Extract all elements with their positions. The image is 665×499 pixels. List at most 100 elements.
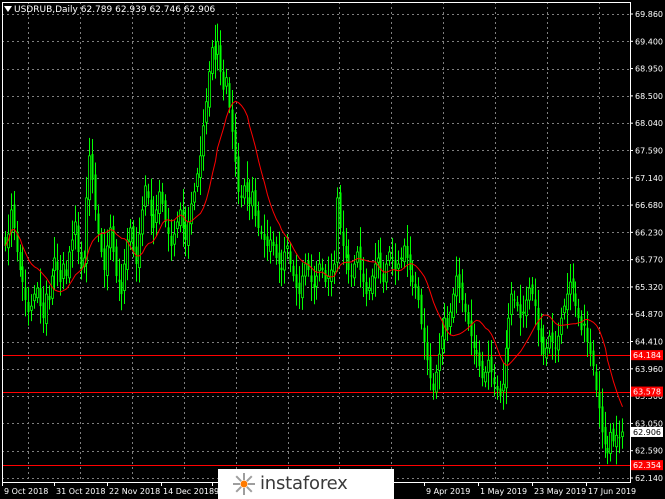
candle-body-down [91, 154, 94, 180]
candle-body-down [295, 274, 298, 289]
x-tick-label: 23 May 2019 [534, 487, 586, 496]
candle-body-up [371, 275, 374, 294]
candle-body-down [417, 286, 420, 301]
candle-body-down [382, 273, 385, 283]
level-price-label: 63.578 [633, 388, 661, 397]
candle-body-up [123, 263, 126, 291]
candle-body-down [464, 303, 467, 313]
candle-body-up [455, 275, 458, 297]
chart-title-text: USDRUB,Daily 62.789 62.939 62.746 62.906 [14, 5, 216, 15]
candle-body-down [411, 275, 414, 283]
candle-body-down [496, 386, 499, 391]
candle-body-down [534, 299, 537, 307]
y-tick-label: 68.950 [635, 65, 663, 74]
candle-body-down [493, 377, 496, 385]
candle-body-down [586, 327, 589, 343]
y-tick-label: 68.500 [635, 92, 663, 101]
candle-body-down [59, 270, 62, 283]
candle-body-down [65, 269, 68, 277]
candle-body-down [572, 278, 575, 289]
candle-body-down [275, 244, 278, 259]
candle-body-down [132, 226, 135, 253]
candle-body-down [170, 235, 173, 246]
candle-body-up [435, 371, 438, 393]
candle-body-up [251, 191, 254, 207]
candle-body-up [487, 359, 490, 373]
candle-body-down [257, 210, 260, 228]
candle-body-up [138, 233, 141, 269]
candle-body-up [144, 185, 147, 207]
candle-body-down [513, 299, 516, 301]
candle-body-up [36, 287, 39, 299]
candle-body-down [365, 282, 368, 295]
candle-body-up [528, 287, 531, 301]
candle-body-down [289, 251, 292, 265]
candle-body-down [540, 328, 543, 343]
candle-body-down [164, 200, 167, 222]
candle-body-up [301, 275, 304, 299]
candle-body-up [155, 209, 158, 223]
candle-body-down [612, 428, 615, 442]
candle-body-up [403, 245, 406, 263]
candle-body-up [388, 251, 391, 261]
candle-body-up [109, 227, 112, 249]
candle-body-up [205, 101, 208, 123]
chart-canvas: 69.860 69.400 68.950 68.500 68.040 67.590 67.1… [0, 0, 665, 499]
candle-body-up [385, 263, 388, 283]
y-tick-label: 69.400 [635, 37, 663, 46]
candle-body-up [283, 251, 286, 271]
candle-body-down [80, 252, 83, 271]
candle-body-down [531, 284, 534, 295]
candle-body-down [182, 209, 185, 228]
candle-body-down [48, 295, 51, 301]
candle-body-up [563, 305, 566, 314]
level-price-label: 62.354 [633, 461, 661, 470]
candle-body-down [100, 233, 103, 253]
candle-body-up [216, 41, 219, 55]
level-price-label: 64.184 [633, 351, 661, 360]
candle-body-down [263, 233, 266, 240]
candle-body-down [228, 83, 231, 108]
candle-body-up [377, 257, 380, 263]
candle-body-up [68, 251, 71, 279]
candle-body-down [592, 350, 595, 367]
candle-body-down [222, 71, 225, 90]
candle-body-up [211, 47, 214, 74]
candle-body-down [519, 304, 522, 319]
candle-body-down [56, 261, 59, 271]
candle-body-down [604, 426, 607, 445]
candle-body-down [537, 307, 540, 331]
candle-body-down [280, 267, 283, 271]
candle-body-down [577, 307, 580, 319]
candle-body-up [336, 197, 339, 263]
candle-body-down [458, 274, 461, 289]
candle-body-down [115, 246, 118, 277]
candle-body-down [394, 259, 397, 271]
candle-body-down [298, 282, 301, 295]
candle-body-down [473, 341, 476, 349]
candle-body-down [580, 316, 583, 331]
candle-body-up [30, 305, 33, 311]
candle-body-down [362, 273, 365, 283]
candle-body-down [446, 318, 449, 331]
candle-body-down [420, 294, 423, 325]
candle-body-up [208, 71, 211, 108]
candle-body-down [478, 352, 481, 367]
candle-body-up [196, 173, 199, 187]
x-tick-label: 17 Jun 2019 [588, 487, 636, 496]
candle-body-up [187, 221, 190, 246]
candle-body-up [53, 257, 56, 272]
candle-body-down [551, 332, 554, 343]
x-tick-label: 9 Apr 2019 [426, 487, 470, 496]
candle-body-up [583, 323, 586, 326]
candle-body-down [461, 282, 464, 301]
candle-body-up [484, 371, 487, 383]
x-tick-label: 31 Oct 2018 [56, 487, 105, 496]
candle-body-down [414, 283, 417, 289]
candle-body-down [167, 227, 170, 234]
candle-body-up [397, 263, 400, 269]
candle-body-up [522, 311, 525, 314]
candle-body-down [426, 342, 429, 361]
candle-body-down [266, 236, 269, 246]
candle-body-up [438, 353, 441, 371]
